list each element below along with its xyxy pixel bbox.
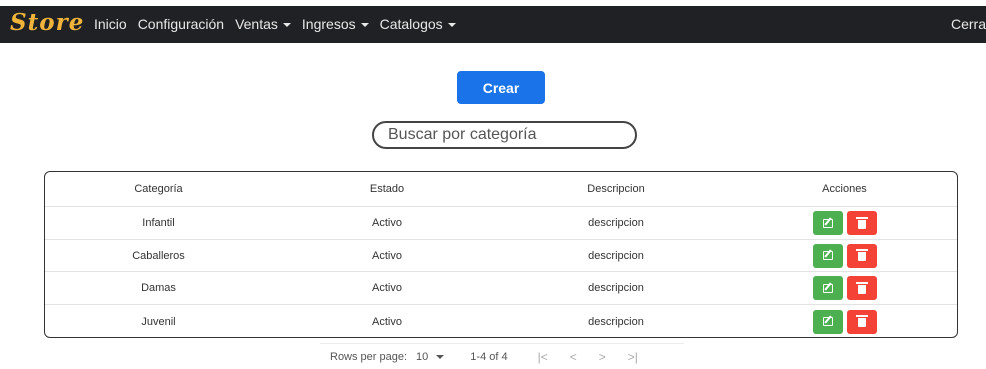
trash-icon	[855, 315, 868, 327]
cell-descripcion: descripcion	[588, 282, 644, 294]
edit-button[interactable]	[812, 309, 843, 334]
brand-logo[interactable]: Store	[10, 9, 84, 36]
page-nav: |< < > >|	[538, 350, 638, 364]
cell-categoria: Caballeros	[132, 249, 185, 262]
cell-estado: Activo	[372, 249, 402, 262]
table-row: Caballeros Activo descripcion	[45, 240, 957, 272]
cell-categoria: Infantil	[142, 217, 175, 229]
edit-button[interactable]	[812, 243, 843, 268]
categories-table: Categoría Estado Descripcion Acciones In…	[44, 171, 958, 338]
caret-down-icon	[360, 22, 369, 27]
cell-acciones	[730, 305, 957, 337]
cell-acciones	[730, 272, 957, 304]
trash-icon	[855, 249, 868, 261]
create-button[interactable]: Crear	[457, 71, 545, 104]
next-page-button[interactable]: >	[599, 350, 606, 364]
rows-per-page-value: 10	[416, 350, 429, 363]
cell-descripcion: descripcion	[588, 217, 644, 229]
cell-estado: Activo	[372, 282, 402, 294]
caret-down-icon	[282, 22, 291, 27]
column-header-categoria[interactable]: Categoría	[45, 172, 272, 206]
table-row: Damas Activo descripcion	[45, 272, 957, 305]
edit-icon	[822, 218, 833, 228]
nav-item-configuracion[interactable]: Configuración	[138, 16, 224, 32]
table-row: Juvenil Activo descripcion	[45, 305, 957, 337]
nav-item-catalogos[interactable]: Catalogos	[380, 16, 456, 32]
delete-button[interactable]	[846, 276, 877, 300]
top-navbar: Store Inicio Configuración Ventas Ingres…	[0, 6, 986, 43]
delete-button[interactable]	[846, 211, 877, 235]
nav-item-label: Ingresos	[301, 16, 356, 32]
pagination-bar: Rows per page: 10 1-4 of 4 |< < > >|	[320, 343, 684, 369]
column-header-acciones: Acciones	[822, 183, 867, 195]
rows-per-page-label: Rows per page:	[330, 350, 408, 363]
nav-item-label: Ventas	[235, 16, 278, 32]
caret-down-icon	[447, 22, 456, 27]
rows-per-page-select[interactable]: 10	[416, 350, 445, 363]
nav-item-ingresos[interactable]: Ingresos	[302, 16, 369, 32]
nav-item-inicio[interactable]: Inicio	[94, 16, 127, 32]
cell-acciones	[730, 240, 957, 271]
page-range: 1-4 of 4	[470, 350, 508, 363]
prev-page-button[interactable]: <	[570, 350, 577, 364]
cell-categoria: Juvenil	[141, 315, 176, 328]
cell-acciones	[730, 207, 957, 239]
edit-button[interactable]	[812, 211, 843, 235]
table-header-row: Categoría Estado Descripcion Acciones	[45, 172, 957, 207]
cell-estado: Activo	[372, 217, 402, 229]
cell-descripcion: descripcion	[588, 315, 644, 328]
first-page-button[interactable]: |<	[538, 350, 548, 364]
delete-button[interactable]	[846, 309, 877, 334]
edit-icon	[822, 283, 833, 293]
table-row: Infantil Activo descripcion	[45, 207, 957, 240]
nav-item-label: Inicio	[94, 16, 127, 32]
nav-menu: Inicio Configuración Ventas Ingresos Cat…	[94, 16, 467, 32]
trash-icon	[855, 216, 868, 229]
nav-item-ventas[interactable]: Ventas	[235, 16, 291, 32]
nav-item-label: Configuración	[137, 16, 225, 32]
cell-categoria: Damas	[141, 282, 176, 294]
logout-link[interactable]: Cerra	[951, 16, 986, 32]
last-page-button[interactable]: >|	[628, 350, 638, 364]
trash-icon	[855, 281, 868, 294]
column-header-estado[interactable]: Estado	[272, 172, 502, 206]
cell-estado: Activo	[372, 315, 402, 328]
cell-descripcion: descripcion	[588, 249, 644, 262]
edit-icon	[822, 317, 833, 326]
edit-button[interactable]	[812, 276, 843, 300]
column-header-descripcion[interactable]: Descripcion	[502, 172, 730, 206]
delete-button[interactable]	[846, 243, 877, 268]
search-input[interactable]	[372, 121, 637, 149]
chevron-down-icon	[436, 354, 445, 359]
nav-item-label: Catalogos	[379, 16, 443, 32]
edit-icon	[822, 251, 833, 260]
